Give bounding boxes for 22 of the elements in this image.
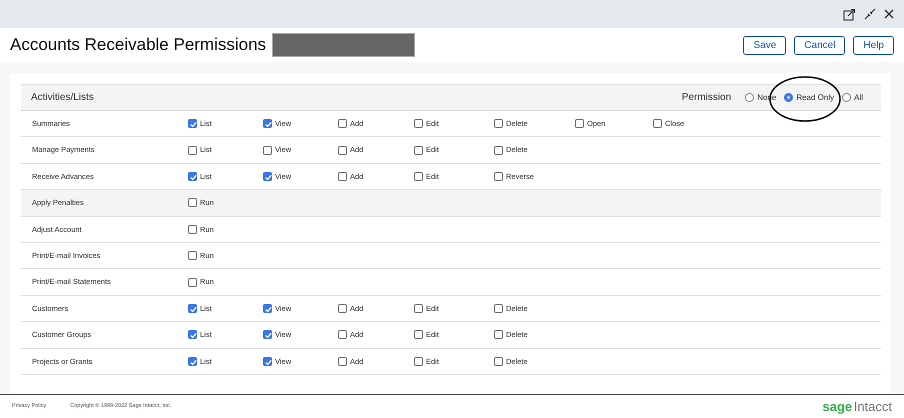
check-icon xyxy=(189,331,198,340)
permission-radio[interactable]: Read Only xyxy=(784,92,834,104)
check-icon xyxy=(264,331,273,340)
column-heading: Activities/Lists xyxy=(31,91,94,105)
brand-logo: sage Intacct xyxy=(822,398,892,416)
popout-icon[interactable] xyxy=(843,8,856,20)
check-icon xyxy=(264,120,273,130)
close-icon[interactable] xyxy=(884,9,894,19)
check-icon xyxy=(264,358,273,367)
check-icon xyxy=(189,120,198,130)
check-icon xyxy=(264,172,273,182)
page-title: Accounts Receivable Permissions xyxy=(10,34,266,56)
check-icon xyxy=(189,358,198,367)
check-icon xyxy=(189,172,198,182)
header-button[interactable]: Help xyxy=(853,36,894,54)
collapse-icon[interactable] xyxy=(864,8,876,20)
permission-radio[interactable]: All xyxy=(842,92,863,104)
permission-label: Permission xyxy=(682,91,732,105)
header-button[interactable]: Save xyxy=(743,36,786,54)
header-button[interactable]: Cancel xyxy=(794,36,846,54)
check-icon xyxy=(189,304,198,314)
check-icon xyxy=(264,304,273,314)
